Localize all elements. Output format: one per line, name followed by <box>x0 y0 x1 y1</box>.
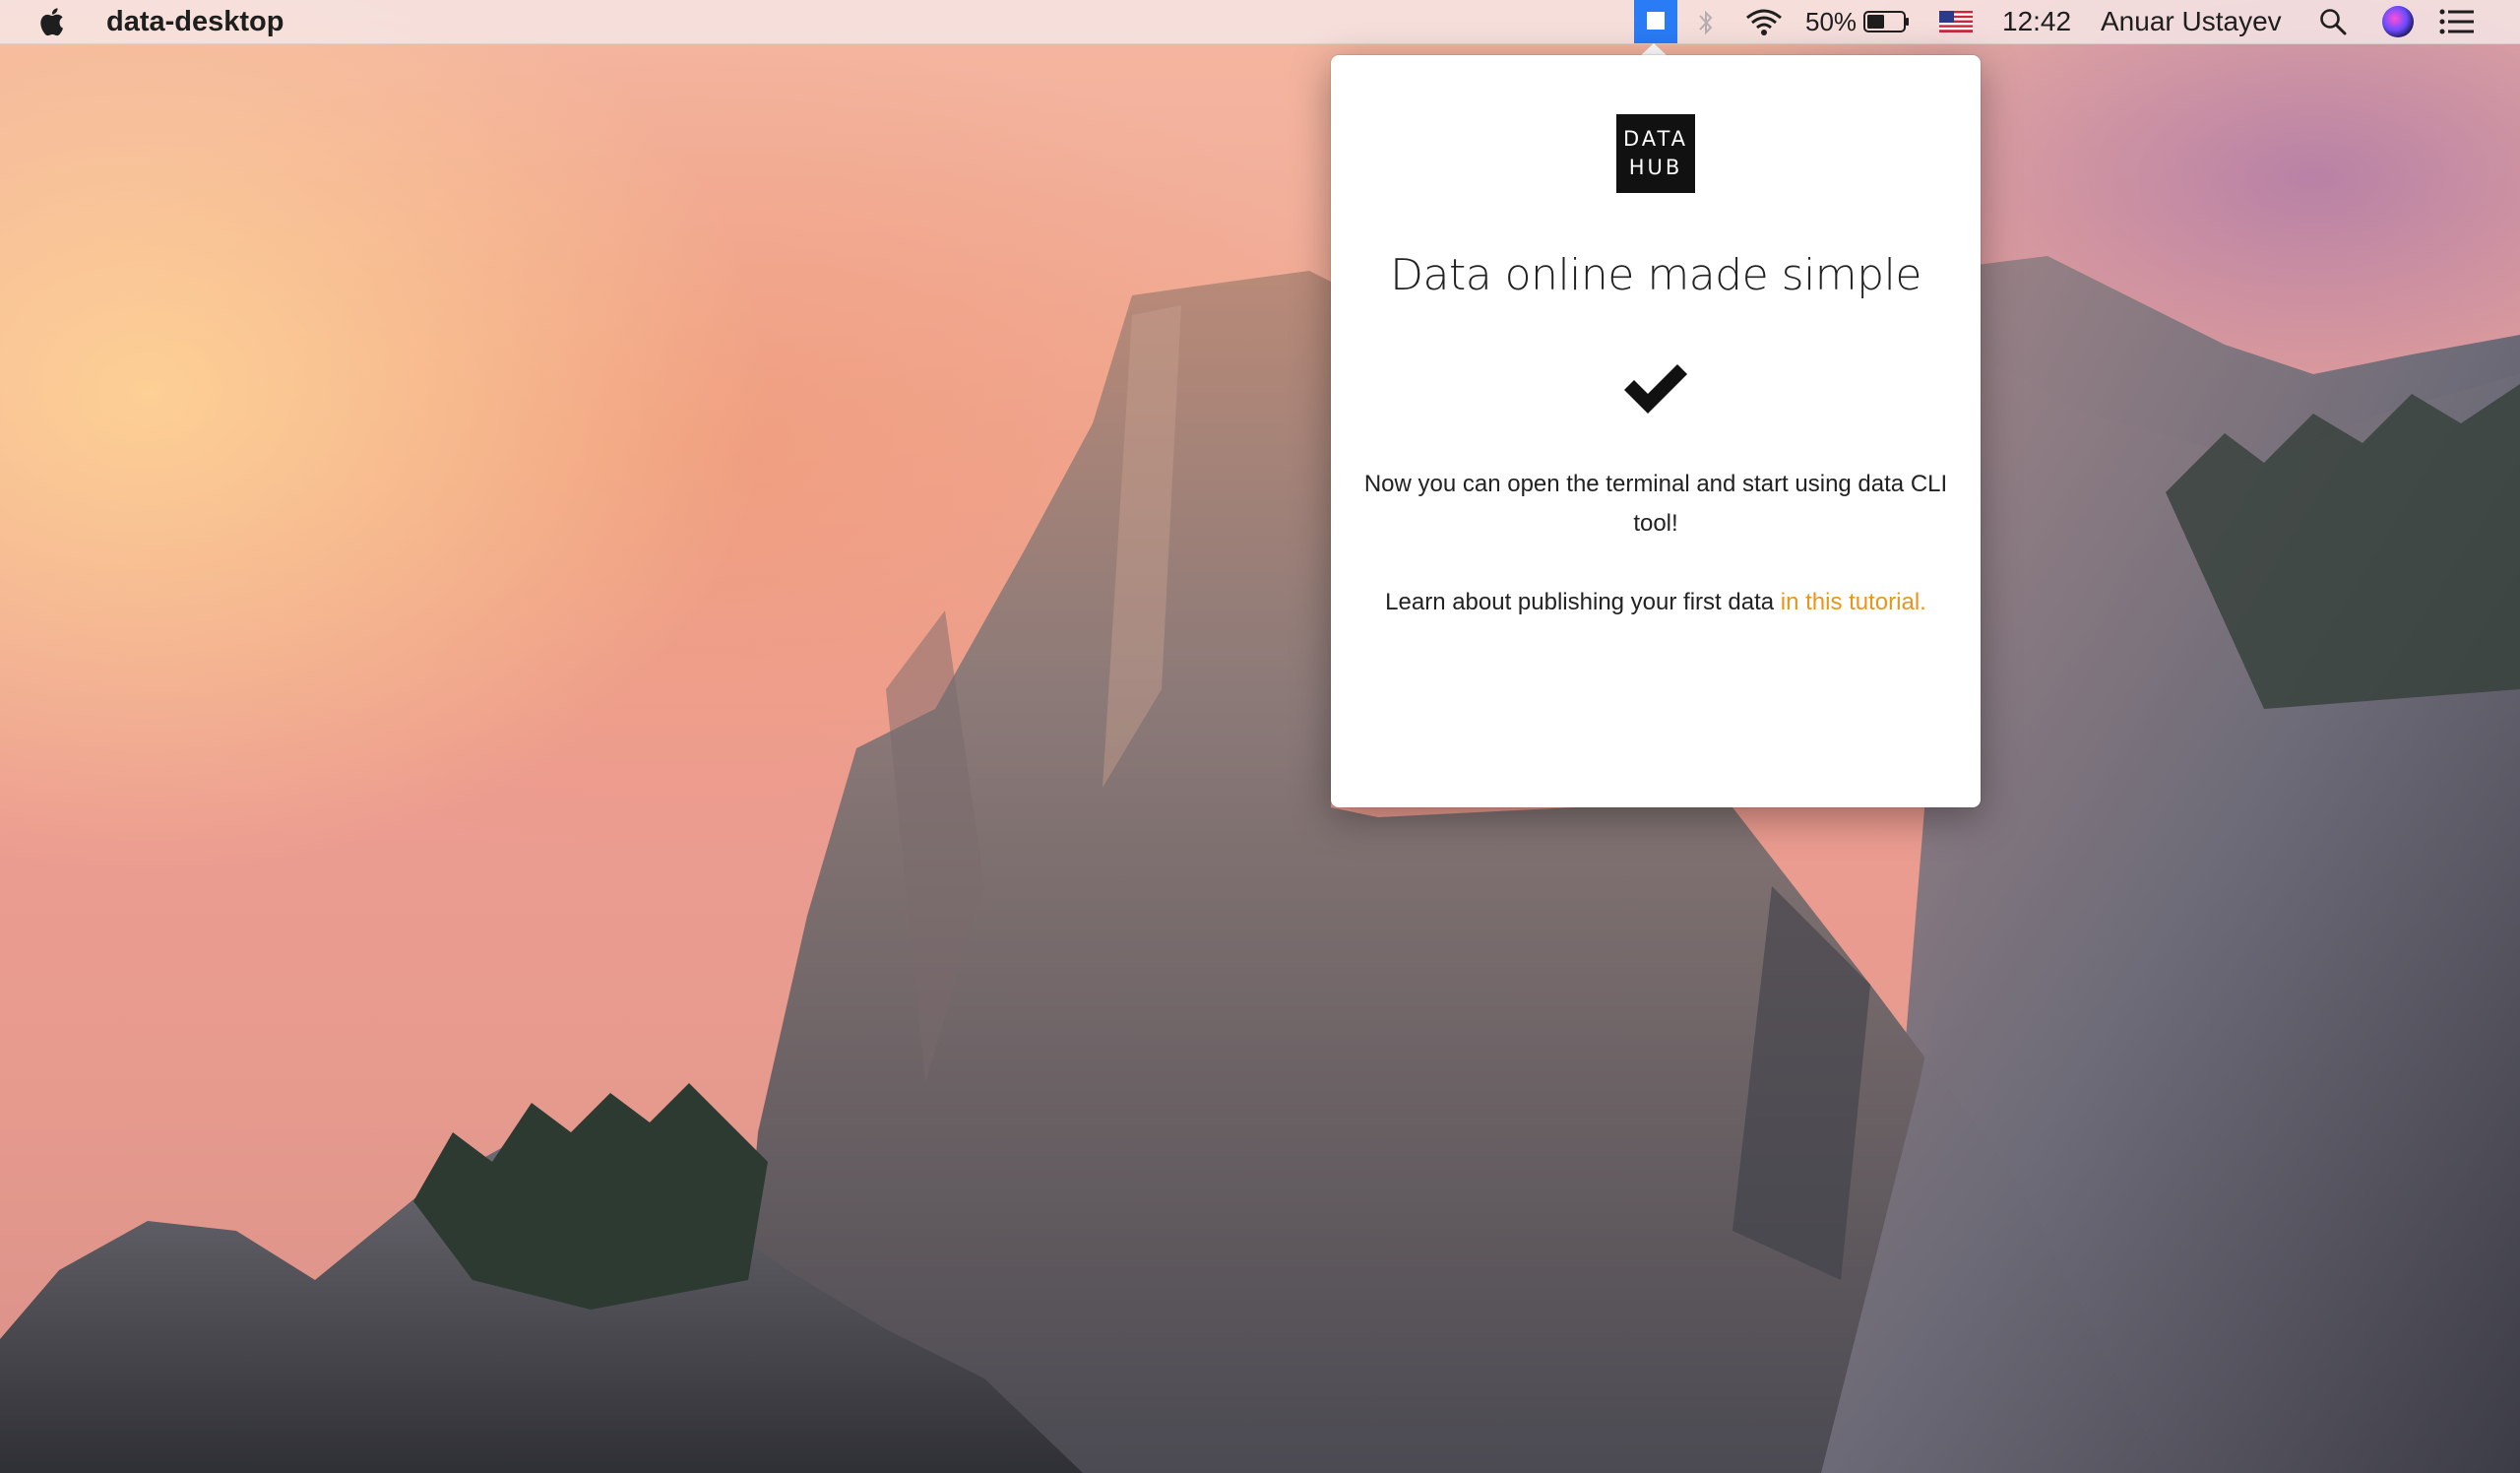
mountain-landscape <box>0 256 2520 1473</box>
bluetooth-icon[interactable] <box>1695 8 1717 37</box>
tutorial-prefix: Learn about publishing your first data <box>1385 589 1781 615</box>
app-indicator-icon[interactable] <box>1634 0 1677 43</box>
tutorial-link[interactable]: in this tutorial. <box>1781 589 1926 615</box>
success-message: Now you can open the terminal and start … <box>1363 471 1948 537</box>
us-flag-icon[interactable] <box>1939 11 1973 32</box>
battery-percentage[interactable]: 50% <box>1805 6 1857 37</box>
checkmark-icon <box>1624 364 1687 414</box>
battery-icon[interactable] <box>1863 11 1911 32</box>
menu-bar: data-desktop 50% 12:42 Anuar Ustayev <box>0 0 2520 44</box>
wifi-icon[interactable] <box>1744 8 1784 37</box>
fast-user-switch[interactable]: Anuar Ustayev <box>2101 5 2282 38</box>
menubar-clock[interactable]: 12:42 <box>2002 5 2071 38</box>
apple-icon[interactable] <box>37 5 69 38</box>
headline: Data online made simple <box>1390 250 1922 300</box>
search-icon[interactable] <box>2318 7 2348 36</box>
siri-icon[interactable] <box>2382 6 2414 37</box>
logo-line-1: DATA <box>1622 127 1689 151</box>
tutorial-text: Learn about publishing your first data i… <box>1331 583 1981 622</box>
datahub-popover: DATA HUB Data online made simple Now you… <box>1331 55 1981 807</box>
datahub-logo: DATA HUB <box>1616 114 1695 193</box>
notification-center-icon[interactable] <box>2439 9 2475 34</box>
desktop-wallpaper <box>0 0 2520 1473</box>
app-menu-name[interactable]: data-desktop <box>106 5 284 38</box>
logo-line-2: HUB <box>1628 156 1683 179</box>
